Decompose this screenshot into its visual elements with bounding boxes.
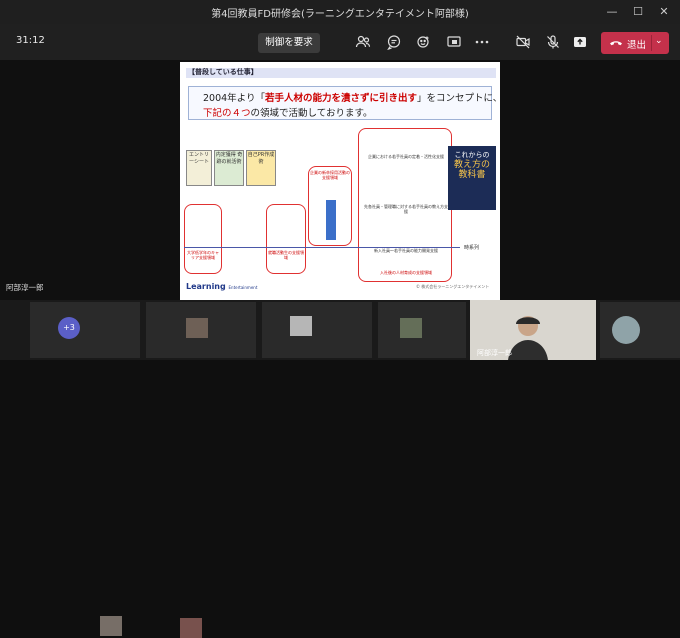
leave-divider (651, 35, 652, 51)
participant-video (180, 618, 202, 638)
mic-off-icon[interactable] (545, 34, 561, 50)
logo-subtext: Entertainment (228, 285, 258, 290)
phone-hangup-icon (610, 41, 622, 46)
participant-video (290, 316, 312, 336)
meeting-timer: 31:12 (16, 35, 45, 46)
slide-subline: 下記の４つの領域で活動しております。 (203, 105, 373, 119)
logo-text: Learning (186, 282, 226, 291)
slide-headline-box: 2004年より「若手人材の能力を潰さずに引き出す」をコンセプトに、 下記の４つの… (188, 86, 500, 120)
stage-label-recruiting: 企業の新卒採用活動の支援領域 (310, 170, 350, 180)
slide-headline: 2004年より「若手人材の能力を潰さずに引き出す」をコンセプトに、 (203, 90, 500, 104)
window-title-bar: 第4回教員FD研修会(ラーニングエンタテイメント阿部様) — ☐ ✕ (0, 0, 680, 24)
support-item-3: 新入社員～若手社員の能力開発支援 (374, 248, 438, 253)
slide-section-heading: 【普段している仕事】 (188, 68, 258, 76)
participant-video (186, 318, 208, 338)
headline-suffix: 」をコンセプトに、 (417, 93, 500, 104)
participant-tile[interactable] (262, 302, 372, 358)
stage-label-university: 大学低学年のキャリア支援領域 (187, 250, 219, 260)
building-illustration (326, 200, 336, 240)
support-item-1: 企業における若手社員の定着・活性化支援 (368, 154, 444, 159)
more-participants-badge[interactable]: +3 (58, 317, 80, 339)
headline-prefix: 2004年より「 (203, 93, 265, 104)
leave-button[interactable]: 退出 ⌄ (601, 32, 669, 54)
stage-label-jobseekers: 就職活動生の支援領域 (268, 250, 304, 260)
book-cover-2: 内定獲得 奇跡の就活術 (214, 150, 244, 186)
participant-video (100, 616, 122, 636)
shared-content-stage: 【普段している仕事】 2004年より「若手人材の能力を潰さずに引き出す」をコンセ… (0, 60, 680, 300)
presenter-name: 阿部淳一郎 (6, 283, 44, 292)
featured-book-line2: 教え方の (453, 160, 490, 170)
minimize-button[interactable]: — (602, 3, 622, 21)
request-control-button[interactable]: 制御を要求 (258, 33, 320, 53)
subline-suffix: の領域で活動しております。 (250, 108, 373, 119)
shared-slide: 【普段している仕事】 2004年より「若手人材の能力を潰さずに引き出す」をコンセ… (180, 62, 500, 300)
leave-label: 退出 (627, 40, 647, 51)
share-screen-icon[interactable] (446, 34, 462, 50)
featured-book-line3: 教科書 (458, 170, 486, 180)
support-item-2: 先各社員・管理職に対する若手社員の教え方支援 (364, 204, 448, 214)
chevron-down-icon[interactable]: ⌄ (655, 36, 663, 46)
camera-off-icon[interactable] (515, 34, 531, 50)
share-tray-icon[interactable] (572, 34, 588, 50)
stage-label-development: 入社後の人材育成の支援領域 (380, 270, 432, 275)
timeline-axis (184, 247, 460, 248)
participants-icon[interactable] (355, 34, 371, 50)
participant-tile-overflow[interactable] (30, 302, 140, 358)
close-window-button[interactable]: ✕ (654, 3, 674, 21)
more-options-icon[interactable] (474, 34, 490, 50)
window-title: 第4回教員FD研修会(ラーニングエンタテイメント阿部様) (211, 9, 469, 20)
book-cover-3: 自己PR作成術 (246, 150, 276, 186)
book-cover-1: エントリーシート (186, 150, 212, 186)
participant-avatar[interactable] (612, 316, 640, 344)
stage-box-jobseekers (266, 204, 306, 274)
reactions-icon[interactable] (416, 34, 432, 50)
maximize-button[interactable]: ☐ (628, 3, 648, 21)
chat-icon[interactable] (386, 34, 402, 51)
stage-box-university (184, 204, 222, 274)
featured-book-line1: これからの (454, 151, 490, 159)
participant-video (400, 318, 422, 338)
slide-copyright: © 株式会社ラーニングエンタテイメント (416, 284, 490, 289)
meeting-toolbar: 31:12 制御を要求 退出 ⌄ (0, 24, 680, 60)
participant-tile[interactable] (378, 302, 466, 358)
participant-tile[interactable] (146, 302, 256, 358)
subline-emphasis: 下記の４つ (203, 108, 251, 119)
timeline-label: 時系列 (464, 245, 480, 251)
headline-emphasis: 若手人材の能力を潰さずに引き出す (265, 93, 418, 104)
company-logo: Learning Entertainment (186, 282, 257, 291)
self-name-label: 阿部淳一郎 (477, 349, 512, 357)
featured-book-cover: これからの 教え方の 教科書 (448, 146, 496, 210)
slide-section-bar: 【普段している仕事】 (186, 68, 496, 78)
